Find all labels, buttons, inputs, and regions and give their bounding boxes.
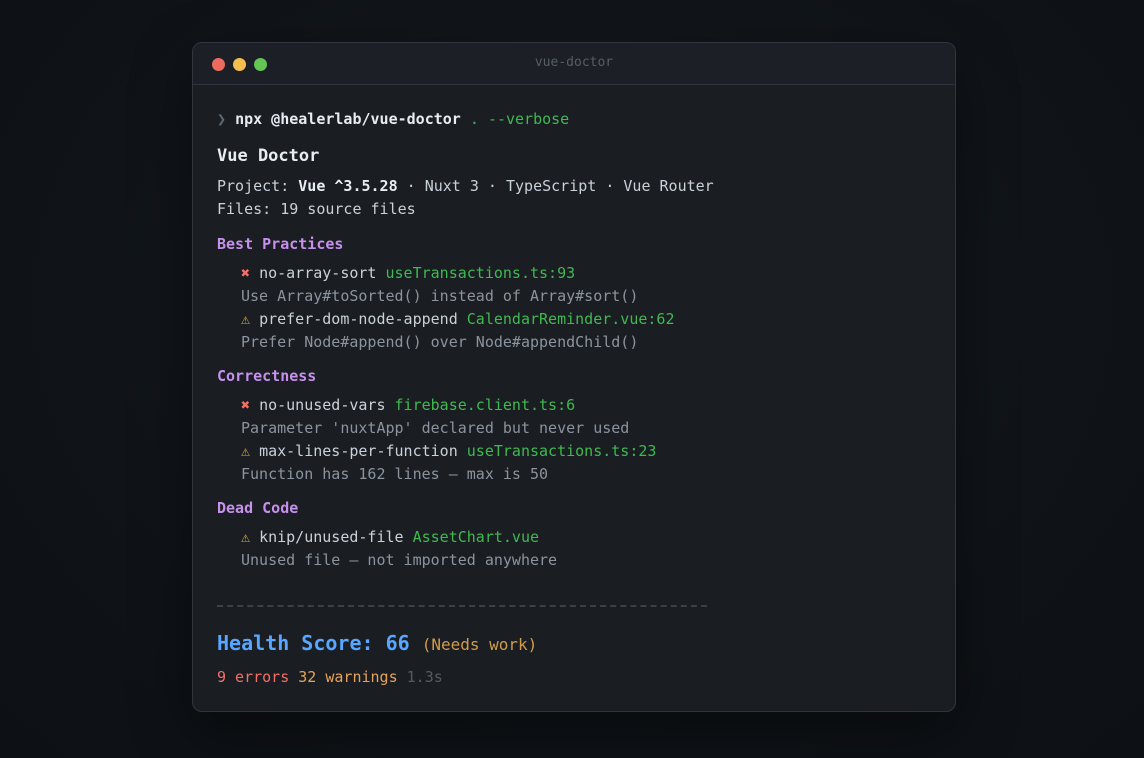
health-score-value: 66 [385, 631, 410, 655]
issue-section: Dead Code ⚠ knip/unused-file AssetChart.v… [217, 497, 935, 572]
file-location-link[interactable]: useTransactions.ts:23 [467, 442, 657, 460]
divider [217, 605, 707, 607]
terminal-output: ❯ npx @healerlab/vue-doctor . --verbose … [217, 105, 935, 572]
section-title: Dead Code [217, 499, 299, 517]
section-title: Best Practices [217, 235, 344, 253]
rule-name: no-unused-vars [259, 396, 386, 414]
issue-row: ✖ no-array-sort useTransactions.ts:93 [217, 262, 935, 285]
file-location-link[interactable]: useTransactions.ts:93 [386, 264, 576, 282]
framework-version: Vue ^3.5.28 [298, 177, 398, 195]
rule-name: no-array-sort [259, 264, 377, 282]
warning-count: 32 warnings [298, 668, 398, 686]
issue-section: Correctness ✖ no-unused-vars firebase.cli… [217, 365, 935, 486]
error-count: 9 errors [217, 668, 290, 686]
issue-row: ⚠ max-lines-per-function useTransactions… [217, 440, 935, 463]
issue-message: Unused file — not imported anywhere [241, 551, 558, 569]
issue-section: Best Practices ✖ no-array-sort useTransac… [217, 233, 935, 354]
issue-message: Function has 162 lines — max is 50 [241, 465, 549, 483]
project-line: Project: Vue ^3.5.28 · Nuxt 3 · TypeScri… [217, 175, 935, 198]
rule-name: knip/unused-file [259, 528, 404, 546]
window-title: vue-doctor [534, 55, 614, 70]
issue-message: Parameter 'nuxtApp' declared but never u… [241, 419, 630, 437]
health-score-note: (Needs work) [421, 635, 538, 654]
rule-name: prefer-dom-node-append [259, 310, 458, 328]
duration: 1.3s [406, 668, 443, 686]
project-stack: · Nuxt 3 · TypeScript · Vue Router [397, 177, 714, 195]
project-label: Project: [217, 177, 299, 195]
issue-message: Prefer Node#append() over Node#appendChi… [241, 333, 639, 351]
files-line: Files: 19 source files [217, 200, 416, 218]
file-location-link[interactable]: firebase.client.ts:6 [395, 396, 576, 414]
issue-sections: Best Practices ✖ no-array-sort useTransac… [217, 233, 935, 572]
warning-icon: ⚠ [241, 528, 251, 546]
title-bar: vue-doctor [193, 43, 955, 85]
section-title: Correctness [217, 367, 317, 385]
health-score-label: Health Score: [217, 631, 386, 655]
error-icon: ✖ [241, 396, 251, 414]
report-title: Vue Doctor [217, 146, 320, 166]
issue-row: ⚠ prefer-dom-node-append CalendarReminde… [217, 308, 935, 331]
file-location-link[interactable]: CalendarReminder.vue:62 [467, 310, 675, 328]
warning-icon: ⚠ [241, 442, 251, 460]
error-icon: ✖ [241, 264, 251, 282]
command-args: . --verbose [460, 110, 570, 128]
summary-stats: 9 errors 32 warnings 1.3s [217, 666, 443, 688]
rule-name: max-lines-per-function [259, 442, 458, 460]
issue-row: ⚠ knip/unused-file AssetChart.vue [217, 526, 935, 549]
terminal-window: vue-doctor ❯ npx @healerlab/vue-doctor .… [192, 42, 956, 712]
issue-message: Use Array#toSorted() instead of Array#so… [241, 287, 639, 305]
command-line: ❯ npx @healerlab/vue-doctor . --verbose [217, 108, 935, 131]
health-score: Health Score: 66 (Needs work) [217, 629, 537, 659]
warning-icon: ⚠ [241, 310, 251, 328]
issue-row: ✖ no-unused-vars firebase.client.ts:6 [217, 394, 935, 417]
command-text: npx @healerlab/vue-doctor [235, 110, 461, 128]
file-location-link[interactable]: AssetChart.vue [413, 528, 539, 546]
prompt-chevron-icon: ❯ [217, 110, 227, 128]
